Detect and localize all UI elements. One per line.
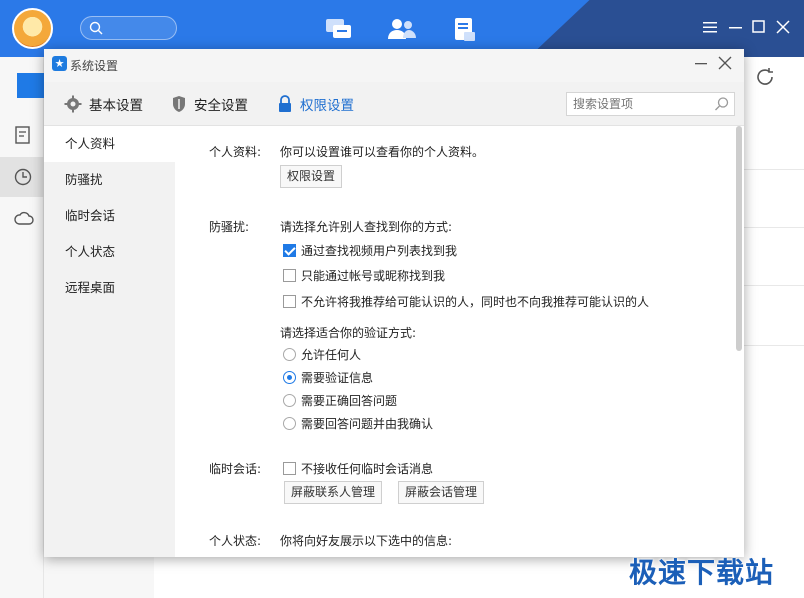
watermark: 极速下载站 <box>629 556 775 589</box>
find-prompt: 请选择允许别人查找到你的方式: <box>280 220 453 234</box>
minimize-icon[interactable] <box>694 56 708 70</box>
maximize-icon[interactable] <box>752 20 766 34</box>
checkbox-unchecked[interactable] <box>283 462 296 475</box>
content-scrollbar[interactable] <box>736 126 742 351</box>
app-sidebar <box>0 57 44 598</box>
contacts-icon[interactable] <box>387 17 417 41</box>
refresh-icon[interactable] <box>754 66 776 88</box>
app-logo-icon: ★ <box>52 56 67 71</box>
radio-allow-anyone[interactable]: 允许任何人 <box>283 346 361 363</box>
sidebar-item-remote-desktop[interactable]: 远程桌面 <box>44 270 175 306</box>
clock-icon[interactable] <box>14 168 32 186</box>
checkbox-reject-temp-chat[interactable]: 不接收任何临时会话消息 <box>283 460 433 477</box>
app-search-box[interactable] <box>80 16 177 40</box>
search-icon[interactable] <box>714 96 730 112</box>
avatar[interactable] <box>12 8 53 49</box>
radio-selected[interactable] <box>283 371 296 384</box>
notes-icon[interactable] <box>14 126 32 144</box>
permission-settings-button[interactable]: 权限设置 <box>280 165 343 188</box>
cloud-icon[interactable] <box>14 210 34 228</box>
section-label-temp-chat: 临时会话: <box>209 462 262 476</box>
tab-label: 基本设置 <box>89 98 143 114</box>
settings-sidebar: 个人资料 防骚扰 临时会话 个人状态 远程桌面 <box>44 126 175 557</box>
close-icon[interactable] <box>776 20 790 34</box>
checkbox-find-by-account[interactable]: 只能通过帐号或昵称找到我 <box>283 267 445 284</box>
blocked-contacts-button[interactable]: 屏蔽联系人管理 <box>284 481 383 504</box>
files-icon[interactable] <box>453 17 477 43</box>
sidebar-item-temp-chat[interactable]: 临时会话 <box>44 198 175 234</box>
dialog-title: 系统设置 <box>70 59 119 73</box>
app-new-button[interactable] <box>17 73 47 98</box>
tab-label: 安全设置 <box>194 98 248 114</box>
shield-icon <box>173 96 185 112</box>
lock-icon <box>279 95 291 112</box>
checkbox-checked[interactable] <box>283 244 296 257</box>
checkbox-unchecked[interactable] <box>283 295 296 308</box>
radio-answer-and-confirm[interactable]: 需要回答问题并由我确认 <box>283 415 433 432</box>
radio-unselected[interactable] <box>283 348 296 361</box>
tab-label: 权限设置 <box>300 98 354 114</box>
tab-permission-settings[interactable]: 权限设置 <box>277 82 354 126</box>
gear-icon <box>64 95 82 113</box>
status-description: 你将向好友展示以下选中的信息: <box>280 534 453 548</box>
blocked-sessions-button[interactable]: 屏蔽会话管理 <box>398 481 485 504</box>
verify-prompt: 请选择适合你的验证方式: <box>280 326 417 340</box>
checkbox-no-recommend[interactable]: 不允许将我推荐给可能认识的人，同时也不向我推荐可能认识的人 <box>283 293 649 310</box>
section-label-profile: 个人资料: <box>209 145 262 159</box>
checkbox-find-by-video-list[interactable]: 通过查找视频用户列表找到我 <box>283 242 457 259</box>
close-icon[interactable] <box>718 56 732 70</box>
profile-description: 你可以设置谁可以查看你的个人资料。 <box>280 145 485 159</box>
app-sidebar-bottom <box>44 550 154 598</box>
radio-unselected[interactable] <box>283 417 296 430</box>
menu-icon[interactable] <box>703 20 717 34</box>
settings-tabs: 基本设置 安全设置 权限设置 <box>44 82 744 126</box>
radio-correct-answer[interactable]: 需要正确回答问题 <box>283 392 397 409</box>
radio-unselected[interactable] <box>283 394 296 407</box>
search-icon <box>89 21 103 35</box>
minimize-icon[interactable] <box>729 20 743 34</box>
sidebar-item-profile[interactable]: 个人资料 <box>44 126 175 162</box>
dialog-titlebar[interactable]: ★ 系统设置 <box>44 49 744 82</box>
settings-search-box[interactable] <box>566 92 735 116</box>
chat-icon[interactable] <box>325 17 353 41</box>
checkbox-unchecked[interactable] <box>283 269 296 282</box>
tab-basic-settings[interactable]: 基本设置 <box>64 82 143 126</box>
sidebar-item-status[interactable]: 个人状态 <box>44 234 175 270</box>
sidebar-item-anti-harass[interactable]: 防骚扰 <box>44 162 175 198</box>
section-label-anti-harass: 防骚扰: <box>209 220 250 234</box>
tab-security-settings[interactable]: 安全设置 <box>171 82 248 126</box>
section-label-status: 个人状态: <box>209 534 262 548</box>
settings-search-input[interactable] <box>567 93 707 115</box>
app-main-panel <box>744 57 804 550</box>
radio-require-verification[interactable]: 需要验证信息 <box>283 369 373 386</box>
